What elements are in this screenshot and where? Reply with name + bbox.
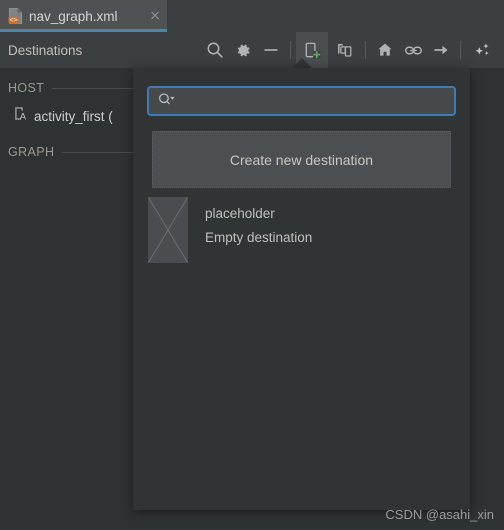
page-title: Destinations bbox=[8, 42, 83, 58]
gear-icon[interactable] bbox=[229, 36, 257, 64]
home-icon[interactable] bbox=[371, 36, 399, 64]
activity-icon: A bbox=[14, 106, 28, 126]
list-item-text: placeholder Empty destination bbox=[205, 197, 312, 245]
toolbar-separator bbox=[365, 41, 366, 59]
arrow-right-icon[interactable] bbox=[427, 36, 455, 64]
search-input[interactable] bbox=[177, 93, 454, 109]
create-new-destination-label: Create new destination bbox=[229, 151, 374, 168]
svg-text:<>: <> bbox=[9, 16, 17, 24]
host-item-label: activity_first ( bbox=[34, 108, 113, 124]
editor-tab-bar: <> nav_graph.xml bbox=[0, 0, 504, 32]
search-icon[interactable] bbox=[201, 36, 229, 64]
svg-text:A: A bbox=[20, 111, 27, 121]
close-icon[interactable] bbox=[147, 8, 163, 24]
minus-icon[interactable] bbox=[257, 36, 285, 64]
xml-file-icon: <> bbox=[8, 8, 23, 24]
toolbar-separator bbox=[290, 41, 291, 59]
editor-tab-nav-graph[interactable]: <> nav_graph.xml bbox=[0, 0, 167, 32]
toolbar-group-actions bbox=[371, 32, 455, 68]
search-dropdown-icon[interactable] bbox=[157, 91, 177, 112]
toolbar-group-arrange bbox=[466, 32, 498, 68]
popup-caret bbox=[292, 58, 312, 68]
placeholder-crossed-box-icon bbox=[148, 197, 188, 263]
destination-search-box[interactable] bbox=[147, 86, 456, 116]
navigation-editor-window: <> nav_graph.xml Destinations HOST A act… bbox=[0, 0, 504, 530]
editor-tab-label: nav_graph.xml bbox=[29, 8, 118, 24]
list-item[interactable]: placeholder Empty destination bbox=[148, 197, 453, 263]
section-header-host-label: HOST bbox=[8, 81, 45, 95]
link-icon[interactable] bbox=[399, 36, 427, 64]
host-item-activity-first[interactable]: A activity_first ( bbox=[14, 106, 113, 126]
nested-graph-icon[interactable] bbox=[328, 36, 360, 64]
toolbar-group-view bbox=[201, 32, 285, 68]
toolbar-separator bbox=[460, 41, 461, 59]
section-header-graph-label: GRAPH bbox=[8, 145, 55, 159]
new-destination-popup: Create new destination placeholder Empty… bbox=[133, 68, 470, 510]
sparkles-icon[interactable] bbox=[466, 36, 498, 64]
destination-title: placeholder bbox=[205, 206, 275, 221]
create-new-destination-button[interactable]: Create new destination bbox=[152, 131, 451, 188]
destination-subtitle: Empty destination bbox=[205, 230, 313, 245]
watermark: CSDN @asahi_xin bbox=[385, 507, 494, 522]
destinations-toolbar: Destinations bbox=[0, 32, 504, 68]
